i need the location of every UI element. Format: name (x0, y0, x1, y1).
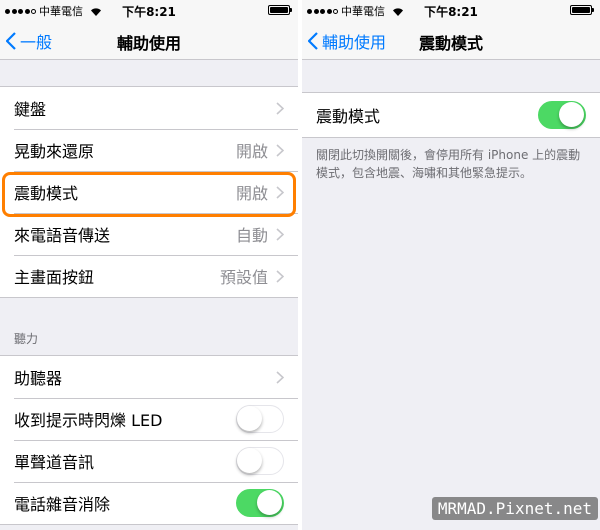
row-vibration[interactable]: 震動模式 開啟 (0, 171, 298, 213)
vibration-screen: 中華電信 下午8:21 輔助使用 震動模式 震動模式 關閉此切換開關後，會停用所… (302, 0, 600, 530)
row-value: 自動 (235, 226, 268, 245)
mono-audio-toggle[interactable] (236, 447, 284, 475)
battery-icon (570, 5, 594, 15)
accessibility-screen: 中華電信 下午8:21 一般 輔助使用 鍵盤 晃動來還原 開啟 震動模式 開啟 … (0, 0, 300, 530)
chevron-right-icon (276, 101, 284, 115)
chevron-left-icon (6, 32, 16, 50)
back-button[interactable]: 輔助使用 (308, 29, 386, 53)
row-value: 開啟 (235, 184, 268, 203)
row-label: 晃動來還原 (14, 142, 95, 161)
vibration-group: 震動模式 (302, 92, 600, 138)
back-label: 輔助使用 (322, 33, 387, 52)
back-label: 一般 (20, 33, 53, 52)
chevron-right-icon (276, 227, 284, 241)
noise-cancellation-toggle[interactable] (236, 489, 284, 517)
battery-icon (268, 5, 292, 15)
row-mono-audio: 單聲道音訊 (0, 440, 298, 482)
led-flash-toggle[interactable] (236, 405, 284, 433)
status-time: 下午8:21 (122, 5, 176, 19)
row-label: 電話雜音消除 (14, 495, 111, 514)
back-button[interactable]: 一般 (6, 29, 52, 53)
row-label: 主畫面按鈕 (14, 268, 95, 287)
row-label: 來電語音傳送 (14, 226, 111, 245)
row-label: 震動模式 (14, 184, 79, 203)
row-value: 開啟 (235, 142, 268, 161)
row-label: 鍵盤 (14, 100, 47, 119)
hearing-group: 助聽器 收到提示時閃爍 LED 單聲道音訊 電話雜音消除 (0, 355, 298, 525)
row-home-button[interactable]: 主畫面按鈕 預設值 (0, 255, 298, 297)
vibration-description: 關閉此切換開關後，會停用所有 iPhone 上的震動模式，包含地震、海嘯和其他緊… (316, 148, 581, 180)
status-bar: 中華電信 下午8:21 (0, 0, 298, 20)
nav-bar: 輔助使用 震動模式 (302, 20, 600, 60)
watermark: MRMAD.Pixnet.net (431, 497, 598, 520)
row-label: 收到提示時閃爍 LED (14, 411, 163, 430)
chevron-left-icon (308, 32, 318, 50)
general-settings-group: 鍵盤 晃動來還原 開啟 震動模式 開啟 來電語音傳送 自動 主畫面按鈕 預設值 (0, 86, 298, 298)
row-label: 助聽器 (14, 369, 63, 388)
nav-bar: 一般 輔助使用 (0, 20, 298, 60)
row-shake-to-undo[interactable]: 晃動來還原 開啟 (0, 129, 298, 171)
chevron-right-icon (276, 143, 284, 157)
chevron-right-icon (276, 370, 284, 384)
row-hearing-aids[interactable]: 助聽器 (0, 356, 298, 398)
section-header-hearing: 聽力 (14, 332, 39, 346)
row-value: 預設值 (219, 268, 268, 287)
status-bar: 中華電信 下午8:21 (302, 0, 600, 20)
vibration-toggle[interactable] (538, 101, 586, 129)
status-time: 下午8:21 (424, 5, 478, 19)
row-keyboard[interactable]: 鍵盤 (0, 87, 298, 129)
row-label: 震動模式 (316, 107, 381, 126)
row-noise-cancellation: 電話雜音消除 (0, 482, 298, 524)
chevron-right-icon (276, 269, 284, 283)
row-call-audio-routing[interactable]: 來電語音傳送 自動 (0, 213, 298, 255)
row-vibration-switch: 震動模式 (302, 93, 600, 137)
row-led-flash: 收到提示時閃爍 LED (0, 398, 298, 440)
row-label: 單聲道音訊 (14, 453, 95, 472)
chevron-right-icon (276, 185, 284, 199)
